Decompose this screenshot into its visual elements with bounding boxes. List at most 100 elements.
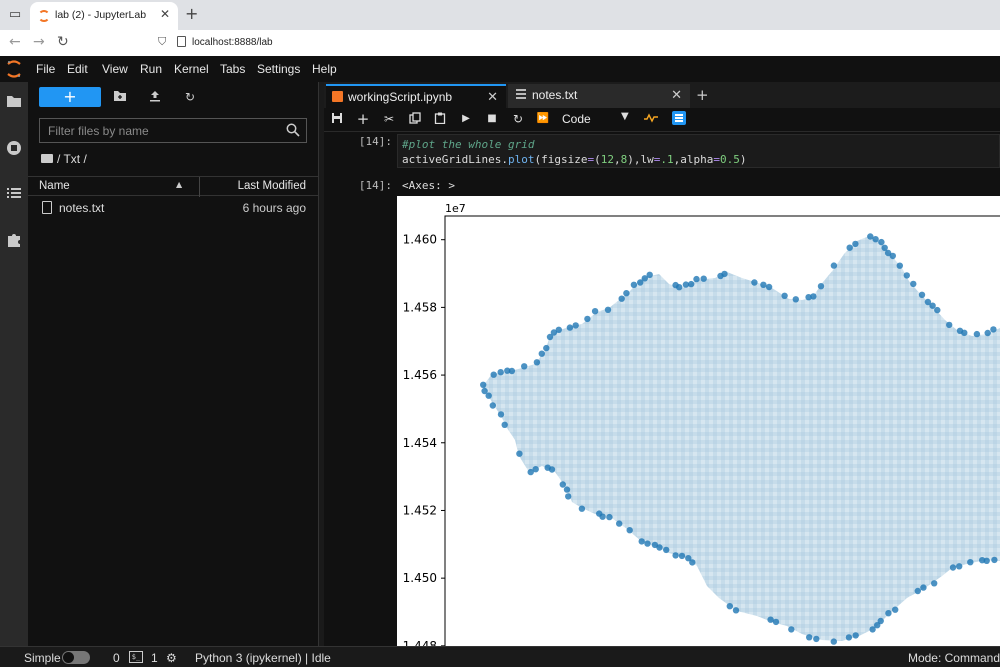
- terminal-icon[interactable]: $_: [129, 651, 143, 663]
- y-tick-label: 1.460: [403, 233, 437, 247]
- url-text[interactable]: localhost:8888/lab: [192, 37, 273, 48]
- gear-icon[interactable]: ⚙: [166, 651, 177, 665]
- shield-icon[interactable]: ⛉: [158, 35, 166, 49]
- running-kernels-icon[interactable]: [6, 140, 22, 156]
- edge-point: [852, 240, 859, 248]
- stop-icon[interactable]: ■: [485, 112, 499, 126]
- terminal-count[interactable]: 0: [113, 651, 120, 665]
- column-modified-header[interactable]: Last Modified: [238, 180, 306, 192]
- chevron-down-icon[interactable]: ▼: [621, 111, 629, 122]
- column-name-header[interactable]: Name: [39, 180, 70, 192]
- edge-point: [678, 552, 686, 560]
- edge-point: [497, 369, 504, 376]
- home-folder-icon[interactable]: [41, 154, 53, 163]
- menu-help[interactable]: Help: [312, 62, 337, 76]
- edge-point: [651, 541, 659, 549]
- close-tab-icon[interactable]: ✕: [160, 7, 170, 21]
- menu-edit[interactable]: Edit: [67, 62, 88, 76]
- kernel-count[interactable]: 1: [151, 651, 158, 665]
- code-editor[interactable]: #plot the whole grid activeGridLines.plo…: [397, 134, 1000, 168]
- menu-tabs[interactable]: Tabs: [220, 62, 245, 76]
- simple-mode-toggle[interactable]: [62, 651, 90, 664]
- input-prompt: [14]:: [358, 135, 392, 148]
- add-tab-icon[interactable]: +: [696, 86, 709, 104]
- restart-icon[interactable]: ↻: [511, 112, 525, 126]
- folder-icon[interactable]: [6, 94, 22, 110]
- menu-file[interactable]: File: [36, 62, 55, 76]
- close-icon[interactable]: ✕: [487, 89, 498, 105]
- edge-point: [910, 280, 917, 288]
- edge-point: [700, 275, 707, 282]
- column-divider[interactable]: [199, 177, 200, 197]
- edge-point: [810, 293, 817, 300]
- upload-icon[interactable]: [149, 90, 161, 105]
- edge-point: [934, 306, 941, 314]
- edge-point: [618, 295, 625, 302]
- new-launcher-button[interactable]: +: [39, 87, 101, 107]
- edge-point: [521, 363, 528, 370]
- edge-point: [781, 292, 788, 299]
- edge-point: [663, 546, 670, 554]
- browser-tab-jupyterlab[interactable]: lab (2) - JupyterLab ✕: [30, 2, 178, 30]
- edge-point: [852, 632, 859, 639]
- fast-forward-icon[interactable]: ⏩: [536, 112, 550, 126]
- y-tick-label: 1.450: [403, 571, 437, 585]
- property-inspector-icon[interactable]: [672, 111, 686, 125]
- run-icon[interactable]: ▶: [459, 112, 473, 126]
- menu-settings[interactable]: Settings: [257, 62, 300, 76]
- refresh-icon[interactable]: ↻: [185, 90, 195, 104]
- edge-point: [767, 616, 774, 623]
- file-browser-panel: + ↻ / Txt / Name ▲ Last Modified notes.t…: [28, 82, 318, 646]
- file-row[interactable]: notes.txt 6 hours ago: [28, 198, 318, 218]
- tab-notes-txt[interactable]: notes.txt ✕: [508, 84, 690, 108]
- breadcrumb-path[interactable]: / Txt /: [57, 152, 87, 166]
- page-info-icon[interactable]: [177, 36, 186, 47]
- save-icon[interactable]: [330, 112, 344, 126]
- activity-monitor-icon[interactable]: [644, 112, 658, 126]
- close-icon[interactable]: ✕: [671, 87, 682, 103]
- reload-icon[interactable]: ↻: [57, 34, 69, 50]
- file-list-header: Name ▲ Last Modified: [28, 176, 318, 197]
- menu-kernel[interactable]: Kernel: [174, 62, 209, 76]
- code-comment: #plot the whole grid: [402, 138, 535, 151]
- edge-point: [544, 464, 551, 471]
- edge-point: [760, 281, 767, 288]
- tab-list-icon[interactable]: ▭: [6, 6, 24, 24]
- extensions-puzzle-icon[interactable]: [6, 232, 22, 248]
- edge-point: [676, 284, 683, 291]
- cell-type-select[interactable]: Code: [562, 112, 591, 126]
- file-name: notes.txt: [59, 201, 105, 215]
- output-prompt: [14]:: [358, 179, 392, 192]
- edge-point: [830, 638, 837, 645]
- edge-point: [481, 387, 488, 395]
- edge-point: [846, 244, 853, 251]
- edge-point: [490, 371, 497, 378]
- menu-run[interactable]: Run: [140, 62, 162, 76]
- edge-point: [732, 607, 740, 614]
- filter-files-input[interactable]: [40, 119, 280, 142]
- jupyter-logo-icon: [7, 60, 21, 78]
- menu-view[interactable]: View: [102, 62, 128, 76]
- edge-point: [813, 635, 820, 643]
- edge-point: [693, 275, 700, 283]
- copy-icon[interactable]: [408, 112, 422, 126]
- edge-point: [566, 324, 574, 331]
- edge-point: [604, 306, 612, 313]
- paste-icon[interactable]: [433, 112, 447, 126]
- filter-box: [39, 118, 307, 143]
- search-icon[interactable]: [286, 123, 300, 137]
- edge-point: [638, 538, 645, 545]
- back-arrow-icon[interactable]: ←: [9, 34, 21, 50]
- insert-cell-icon[interactable]: +: [356, 112, 370, 127]
- table-of-contents-icon[interactable]: [6, 186, 22, 202]
- y-tick-label: 1.452: [403, 503, 437, 517]
- new-folder-icon[interactable]: [113, 90, 127, 105]
- kernel-status[interactable]: Python 3 (ipykernel) | Idle: [195, 651, 331, 665]
- status-bar: Simple 0 $_ 1 ⚙ Python 3 (ipykernel) | I…: [0, 646, 1000, 667]
- new-tab-icon[interactable]: +: [185, 4, 198, 23]
- edge-point: [596, 510, 603, 517]
- y-tick-label: 1.458: [403, 300, 437, 314]
- forward-arrow-icon[interactable]: →: [33, 34, 45, 50]
- tab-working-script[interactable]: workingScript.ipynb ✕: [326, 84, 506, 108]
- cut-icon[interactable]: ✂: [382, 112, 396, 126]
